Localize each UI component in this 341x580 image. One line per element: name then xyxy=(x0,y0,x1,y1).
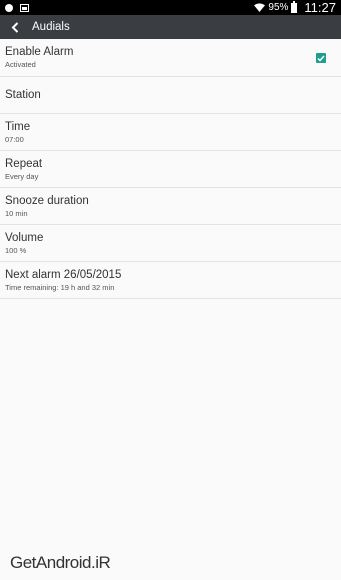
setting-title: Volume xyxy=(5,232,44,244)
setting-title: Snooze duration xyxy=(5,195,89,207)
battery-icon xyxy=(291,0,298,13)
status-bar: 95% 11:27 xyxy=(0,0,341,15)
setting-subtitle: 100 % xyxy=(5,246,27,255)
setting-subtitle: Every day xyxy=(5,172,39,181)
setting-next-alarm[interactable]: Next alarm 26/05/2015 Time remaining: 19… xyxy=(0,262,341,299)
setting-repeat[interactable]: Repeat Every day xyxy=(0,151,341,188)
setting-title: Repeat xyxy=(5,158,43,170)
check-icon xyxy=(317,55,325,62)
setting-title: Next alarm 26/05/2015 xyxy=(5,269,122,281)
notification-dot-icon xyxy=(5,3,13,12)
setting-subtitle: 10 min xyxy=(5,209,28,218)
clock: 11:27 xyxy=(304,0,336,15)
setting-volume[interactable]: Volume 100 % xyxy=(0,225,341,262)
setting-station[interactable]: Station xyxy=(0,77,341,114)
watermark: GetAndroid.iR xyxy=(10,553,111,572)
page-title: Audials xyxy=(32,21,70,33)
back-button[interactable] xyxy=(0,15,30,39)
setting-subtitle: Time remaining: 19 h and 32 min xyxy=(5,283,115,292)
setting-snooze-duration[interactable]: Snooze duration 10 min xyxy=(0,188,341,225)
setting-time[interactable]: Time 07:00 xyxy=(0,114,341,151)
setting-subtitle: 07:00 xyxy=(5,135,24,144)
chevron-left-icon xyxy=(11,21,19,33)
settings-list: Enable Alarm Activated Station Time 07:0… xyxy=(0,39,341,299)
enable-alarm-checkbox[interactable] xyxy=(316,53,326,63)
setting-title: Station xyxy=(5,89,41,101)
action-bar: Audials xyxy=(0,15,341,39)
battery-percent: 95% xyxy=(268,2,289,13)
wifi-icon xyxy=(254,3,266,12)
setting-title: Enable Alarm xyxy=(5,46,74,58)
setting-title: Time xyxy=(5,121,31,133)
setting-enable-alarm[interactable]: Enable Alarm Activated xyxy=(0,39,341,77)
image-icon xyxy=(20,3,29,12)
setting-subtitle: Activated xyxy=(5,60,36,69)
